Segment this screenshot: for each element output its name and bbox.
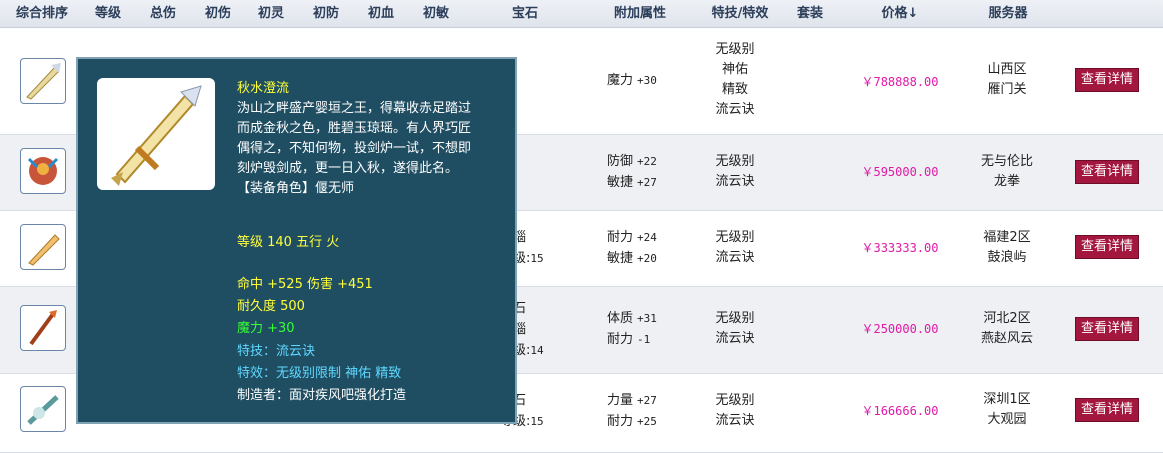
skill-effect: 无级别 神佑 精致 流云诀: [715, 42, 755, 117]
server: 深圳1区 大观园: [983, 392, 1031, 427]
weapon-image: [97, 78, 215, 190]
item-level: 等级 140 五行 火: [237, 235, 340, 250]
col-init-defense[interactable]: 初防: [306, 0, 346, 27]
server: 福建2区 鼓浪屿: [983, 230, 1031, 265]
extra-attribute: 耐力 +24 敏捷 +20: [607, 230, 657, 266]
item-description: 沩山之畔盛产婴垣之王，得幕收赤足踏过 而成金秋之色，胜碧玉琼瑶。有人界巧匠 偶得之…: [237, 101, 472, 196]
server: 山西区 雁门关: [987, 62, 1027, 97]
item-maker: 制造者：面对疾风吧强化打造: [237, 388, 407, 403]
weapon-thumbnail[interactable]: [20, 148, 66, 194]
price: ￥595000.00: [861, 165, 939, 179]
skill-effect: 无级别 流云诀: [715, 230, 755, 265]
item-effect: 特效：无级别限制 神佑 精致: [237, 366, 402, 381]
weapon-thumbnail[interactable]: [20, 386, 66, 432]
col-init-damage[interactable]: 初伤: [198, 0, 238, 27]
item-bonus: 魔力 +30: [237, 321, 295, 336]
col-price[interactable]: 价格↓: [870, 0, 930, 27]
item-stats: 命中 +525 伤害 +451: [237, 277, 373, 292]
weapon-thumbnail[interactable]: [20, 224, 66, 270]
price: ￥166666.00: [861, 404, 939, 418]
view-details-button[interactable]: 查看详情: [1075, 160, 1139, 184]
extra-attribute: 体质 +31 耐力 -1: [607, 311, 657, 347]
skill-effect: 无级别 流云诀: [715, 393, 755, 428]
col-total-damage[interactable]: 总伤: [143, 0, 183, 27]
view-details-button[interactable]: 查看详情: [1075, 317, 1139, 341]
col-overall-sort[interactable]: 综合排序: [12, 0, 72, 27]
col-level[interactable]: 等级: [88, 0, 128, 27]
weapon-thumbnail[interactable]: [20, 58, 66, 104]
server: 无与伦比 龙拳: [980, 154, 1033, 189]
price: ￥250000.00: [861, 322, 939, 336]
col-init-agility[interactable]: 初敏: [416, 0, 456, 27]
view-details-button[interactable]: 查看详情: [1075, 235, 1139, 259]
server: 河北2区 燕赵风云: [980, 311, 1033, 346]
view-details-button[interactable]: 查看详情: [1075, 398, 1139, 422]
col-set: 套装: [796, 6, 823, 21]
item-name: 秋水澄流: [237, 81, 290, 96]
col-skill-effect: 特技/特效: [711, 6, 769, 21]
item-tooltip: 秋水澄流 沩山之畔盛产婴垣之王，得幕收赤足踏过 而成金秋之色，胜碧玉琼瑶。有人界巧…: [76, 57, 517, 424]
col-server: 服务器: [988, 6, 1028, 21]
weapon-thumbnail[interactable]: [20, 305, 66, 351]
item-durability: 耐久度 500: [237, 299, 305, 314]
col-extra-attr: 附加属性: [613, 6, 666, 21]
extra-attribute: 防御 +22 敏捷 +27: [607, 154, 657, 190]
col-init-hp[interactable]: 初血: [361, 0, 401, 27]
table-header: 综合排序 等级 总伤 初伤 初灵 初防 初血 初敏 宝石 附加属性 特技/特效 …: [0, 0, 1163, 28]
skill-effect: 无级别 流云诀: [715, 154, 755, 189]
item-skill: 特技：流云诀: [237, 344, 316, 359]
view-details-button[interactable]: 查看详情: [1075, 68, 1139, 92]
extra-attribute: 魔力 +30: [607, 73, 657, 88]
col-gem: 宝石: [511, 6, 538, 21]
price: ￥788888.00: [861, 75, 939, 89]
skill-effect: 无级别 流云诀: [715, 311, 755, 346]
col-init-spirit[interactable]: 初灵: [251, 0, 291, 27]
price: ￥333333.00: [861, 241, 939, 255]
extra-attribute: 力量 +27 耐力 +25: [607, 393, 657, 429]
